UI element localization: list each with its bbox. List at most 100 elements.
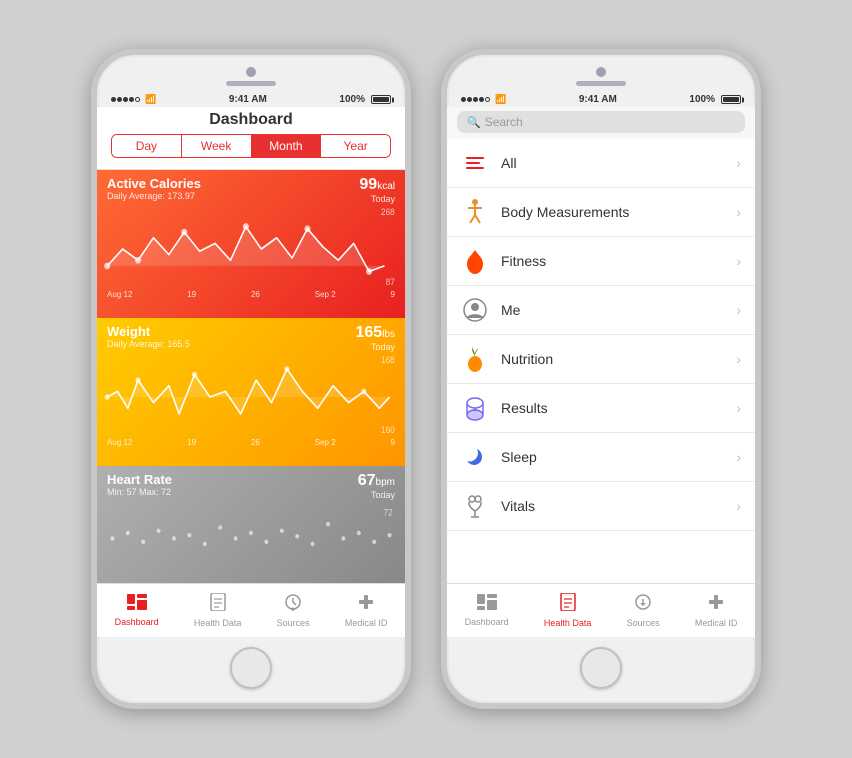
health-item-sleep[interactable]: Sleep › — [447, 433, 755, 482]
tab-sources-2[interactable]: Sources — [627, 593, 660, 628]
heartrate-title-col: Heart Rate Min: 57 Max: 72 — [107, 472, 172, 497]
dashboard-title: Dashboard — [97, 111, 405, 129]
fitness-chevron: › — [736, 253, 741, 269]
tab-health-data-label-2: Health Data — [544, 618, 592, 628]
battery-percent-2: 100% — [689, 94, 715, 105]
home-button[interactable] — [230, 647, 272, 689]
calories-card[interactable]: Active Calories Daily Average: 173.97 99… — [97, 170, 405, 318]
calories-subtitle: Daily Average: 173.97 — [107, 191, 201, 201]
sources-tab-icon — [284, 593, 302, 616]
weight-value-col: 165lbs Today — [356, 324, 396, 352]
svg-text:168: 168 — [381, 355, 395, 365]
time-btn-year[interactable]: Year — [320, 135, 390, 157]
status-right-2: 100% — [689, 94, 741, 105]
sleep-label: Sleep — [501, 449, 736, 465]
tab-medical-id-label-2: Medical ID — [695, 618, 738, 628]
time-btn-month[interactable]: Month — [251, 135, 321, 157]
search-placeholder: Search — [485, 115, 523, 129]
results-label: Results — [501, 400, 736, 416]
status-bar-2: 📶 9:41 AM 100% — [447, 92, 755, 107]
body-label: Body Measurements — [501, 204, 736, 220]
me-chevron: › — [736, 302, 741, 318]
health-data-tab-bar: Dashboard Health Data Sources Medical ID — [447, 583, 755, 637]
vitals-chevron: › — [736, 498, 741, 514]
fitness-icon — [461, 247, 489, 275]
calories-title-col: Active Calories Daily Average: 173.97 — [107, 176, 201, 201]
nutrition-icon — [461, 345, 489, 373]
results-icon — [461, 394, 489, 422]
fitness-label: Fitness — [501, 253, 736, 269]
tab-dashboard-label-2: Dashboard — [465, 617, 509, 627]
sleep-chevron: › — [736, 449, 741, 465]
tab-medical-id-2[interactable]: Medical ID — [695, 593, 738, 628]
health-item-me[interactable]: Me › — [447, 286, 755, 335]
medical-id-tab-icon-2 — [707, 593, 725, 616]
heartrate-card[interactable]: Heart Rate Min: 57 Max: 72 67bpm Today — [97, 466, 405, 583]
vitals-label: Vitals — [501, 498, 736, 514]
health-item-results[interactable]: Results › — [447, 384, 755, 433]
calories-card-header: Active Calories Daily Average: 173.97 99… — [97, 170, 405, 204]
time-btn-week[interactable]: Week — [181, 135, 251, 157]
wifi-icon-2: 📶 — [495, 94, 506, 105]
health-item-fitness[interactable]: Fitness › — [447, 237, 755, 286]
health-data-phone: 📶 9:41 AM 100% 🔍 Search — [441, 49, 761, 709]
dashboard-header: Dashboard Day Week Month Year — [97, 107, 405, 170]
health-item-all[interactable]: All › — [447, 139, 755, 188]
phone-top-2: 📶 9:41 AM 100% — [447, 55, 755, 107]
tab-medical-id[interactable]: Medical ID — [345, 593, 388, 628]
sources-tab-icon-2 — [634, 593, 652, 616]
body-chevron: › — [736, 204, 741, 220]
battery-icon — [371, 95, 391, 104]
weight-chart-svg: 168 160 — [97, 352, 405, 442]
medical-id-tab-icon — [357, 593, 375, 616]
speaker-2 — [576, 81, 626, 86]
tab-dashboard[interactable]: Dashboard — [115, 594, 159, 627]
phone-bottom — [230, 637, 272, 703]
weight-card[interactable]: Weight Daily Average: 165.5 165lbs Today… — [97, 318, 405, 466]
health-data-list: All › Body Measurements › — [447, 139, 755, 583]
tab-medical-id-label: Medical ID — [345, 618, 388, 628]
weight-subtitle: Daily Average: 165.5 — [107, 339, 190, 349]
signal-strength — [111, 94, 141, 105]
tab-health-data[interactable]: Health Data — [194, 593, 242, 628]
calories-chart-svg: 268 87 — [97, 204, 405, 294]
front-camera-2 — [596, 67, 606, 77]
weight-title-col: Weight Daily Average: 165.5 — [107, 324, 190, 349]
search-bar[interactable]: 🔍 Search — [457, 111, 745, 133]
heartrate-period: Today — [358, 490, 395, 500]
tab-sources-label-2: Sources — [627, 618, 660, 628]
status-time: 9:41 AM — [229, 94, 267, 105]
tab-dashboard-label: Dashboard — [115, 617, 159, 627]
svg-text:160: 160 — [381, 425, 395, 435]
all-label: All — [501, 155, 736, 171]
health-item-nutrition[interactable]: Nutrition › — [447, 335, 755, 384]
home-button-2[interactable] — [580, 647, 622, 689]
dashboard-screen: Dashboard Day Week Month Year Active Cal… — [97, 107, 405, 637]
dashboard-tab-icon-2 — [477, 594, 497, 615]
status-left-2: 📶 — [461, 94, 506, 105]
tab-dashboard-2[interactable]: Dashboard — [465, 594, 509, 627]
me-icon — [461, 296, 489, 324]
health-item-body[interactable]: Body Measurements › — [447, 188, 755, 237]
phone-top: 📶 9:41 AM 100% — [97, 55, 405, 107]
heartrate-subtitle: Min: 57 Max: 72 — [107, 487, 172, 497]
dashboard-tab-icon — [127, 594, 147, 615]
svg-text:87: 87 — [386, 277, 395, 287]
battery-icon-2 — [721, 95, 741, 104]
time-selector: Day Week Month Year — [111, 134, 391, 158]
sleep-icon — [461, 443, 489, 471]
status-left: 📶 — [111, 94, 156, 105]
tab-health-data-2[interactable]: Health Data — [544, 593, 592, 628]
heartrate-card-header: Heart Rate Min: 57 Max: 72 67bpm Today — [97, 466, 405, 500]
tab-sources[interactable]: Sources — [277, 593, 310, 628]
health-item-vitals[interactable]: Vitals › — [447, 482, 755, 531]
tab-sources-label: Sources — [277, 618, 310, 628]
speaker — [226, 81, 276, 86]
time-btn-day[interactable]: Day — [112, 135, 181, 157]
weight-name: Weight — [107, 324, 190, 339]
vitals-icon — [461, 492, 489, 520]
health-data-tab-icon — [209, 593, 227, 616]
status-bar: 📶 9:41 AM 100% — [97, 92, 405, 107]
tab-health-data-label: Health Data — [194, 618, 242, 628]
status-right: 100% — [339, 94, 391, 105]
